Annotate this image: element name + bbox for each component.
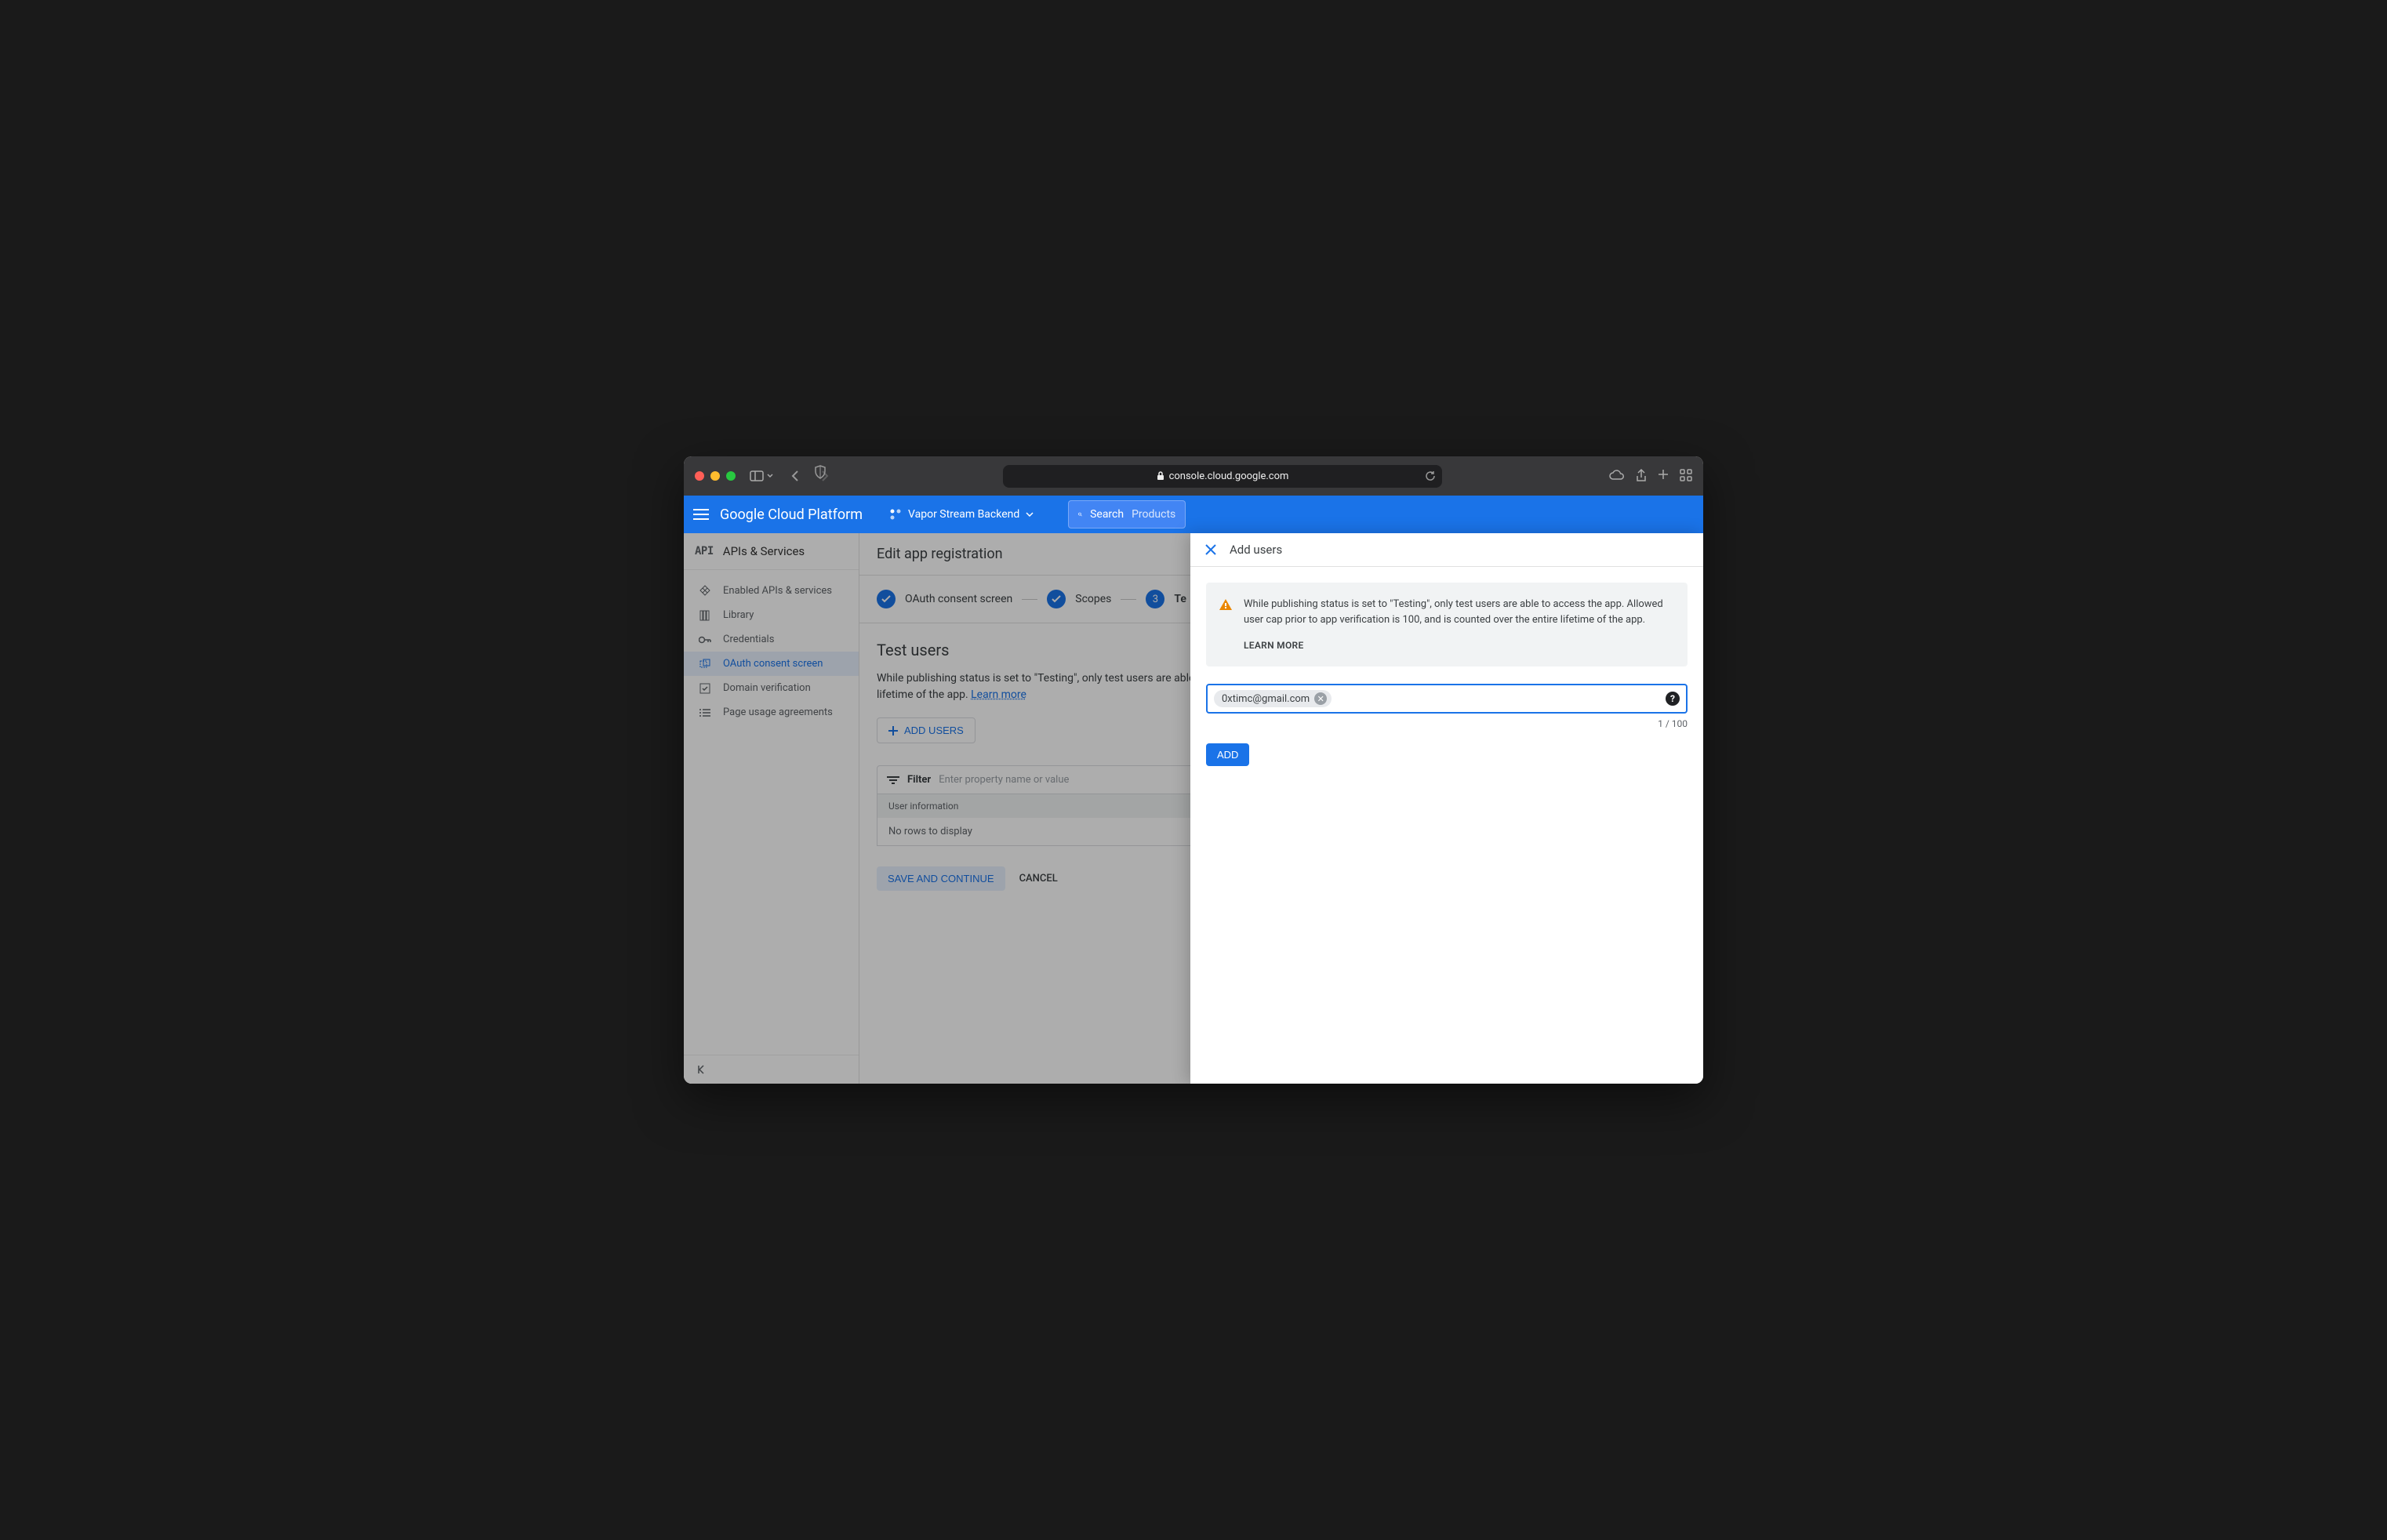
shield-icon bbox=[814, 465, 827, 479]
close-icon bbox=[1204, 543, 1217, 556]
add-users-drawer: Add users While publishing status is set… bbox=[1190, 533, 1703, 1084]
address-bar[interactable]: console.cloud.google.com bbox=[1003, 465, 1442, 488]
help-icon[interactable]: ? bbox=[1666, 692, 1680, 706]
sidebar-toggle-button[interactable] bbox=[750, 470, 773, 481]
close-window-button[interactable] bbox=[695, 471, 704, 481]
lock-icon bbox=[1157, 471, 1164, 481]
new-tab-button[interactable] bbox=[1658, 469, 1669, 483]
platform-brand[interactable]: Google Cloud Platform bbox=[720, 507, 863, 523]
email-chip: 0xtimc@gmail.com ✕ bbox=[1214, 690, 1332, 707]
share-button[interactable] bbox=[1636, 469, 1647, 483]
search-icon bbox=[1078, 508, 1082, 521]
drawer-title: Add users bbox=[1230, 543, 1282, 557]
maximize-window-button[interactable] bbox=[726, 471, 736, 481]
search-placeholder: Products bbox=[1132, 508, 1175, 521]
tab-overview-button[interactable] bbox=[1680, 469, 1692, 483]
refresh-button[interactable] bbox=[1425, 470, 1436, 481]
project-picker[interactable]: Vapor Stream Backend bbox=[881, 503, 1041, 525]
project-name: Vapor Stream Backend bbox=[908, 508, 1019, 521]
project-icon bbox=[889, 508, 902, 521]
cloud-icon[interactable] bbox=[1609, 469, 1625, 483]
menu-button[interactable] bbox=[693, 509, 709, 520]
url-text: console.cloud.google.com bbox=[1169, 470, 1289, 482]
chevron-down-icon bbox=[1026, 512, 1034, 517]
learn-more-button[interactable]: LEARN MORE bbox=[1244, 638, 1673, 652]
close-drawer-button[interactable] bbox=[1204, 543, 1217, 556]
user-email-input[interactable]: 0xtimc@gmail.com ✕ ? bbox=[1206, 684, 1688, 714]
search-label: Search bbox=[1090, 508, 1124, 521]
chip-label: 0xtimc@gmail.com bbox=[1222, 693, 1310, 705]
browser-toolbar: console.cloud.google.com bbox=[684, 456, 1703, 496]
add-button[interactable]: ADD bbox=[1206, 743, 1249, 766]
back-button[interactable] bbox=[784, 465, 806, 487]
gcp-header: Google Cloud Platform Vapor Stream Backe… bbox=[684, 496, 1703, 533]
user-count: 1 / 100 bbox=[1206, 718, 1688, 729]
traffic-lights bbox=[695, 471, 736, 481]
minimize-window-button[interactable] bbox=[710, 471, 720, 481]
search-box[interactable]: Search Products bbox=[1068, 500, 1186, 528]
remove-chip-button[interactable]: ✕ bbox=[1314, 692, 1327, 705]
warning-icon bbox=[1219, 598, 1233, 652]
info-text: While publishing status is set to "Testi… bbox=[1244, 598, 1663, 626]
browser-window: console.cloud.google.com Google Cloud Pl… bbox=[684, 456, 1703, 1084]
chevron-down-icon bbox=[767, 473, 773, 479]
info-banner: While publishing status is set to "Testi… bbox=[1206, 583, 1688, 666]
